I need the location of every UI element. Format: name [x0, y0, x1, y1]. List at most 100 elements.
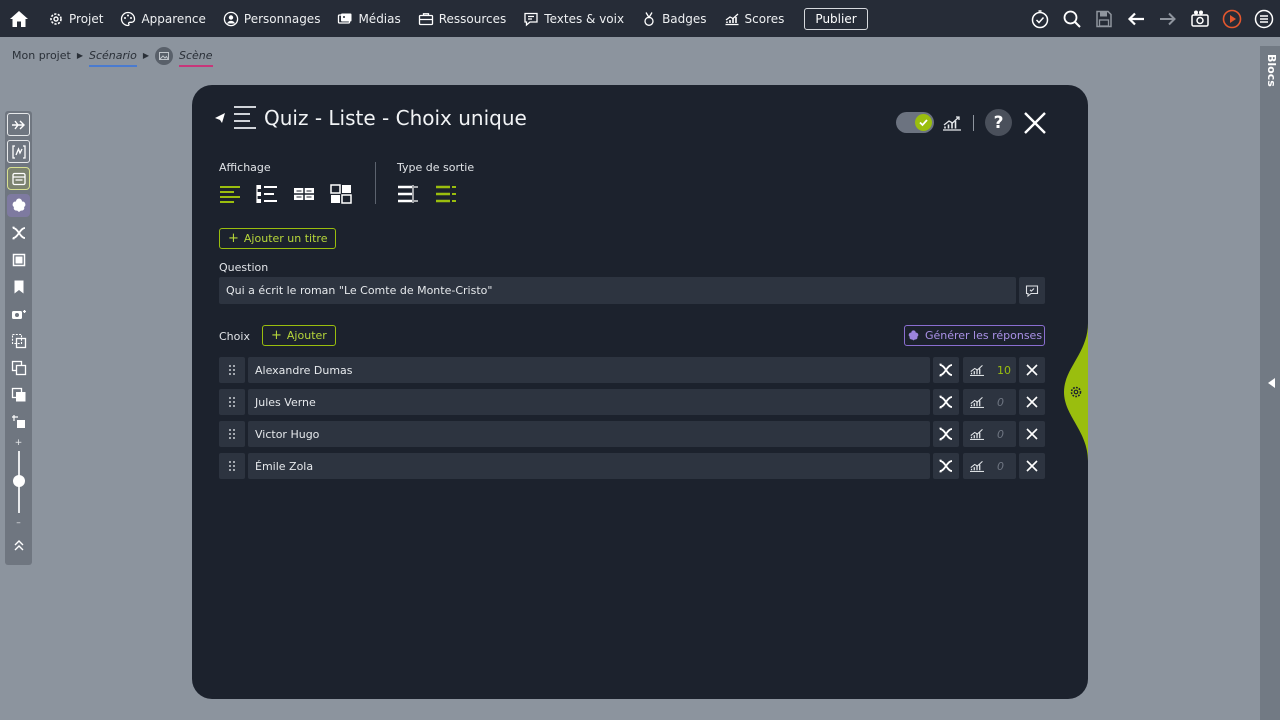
shuffle-icon — [939, 427, 953, 441]
scene-thumbnail-icon — [154, 46, 173, 65]
nav-textes-voix[interactable]: Textes & voix — [523, 11, 624, 27]
media-icon — [338, 13, 352, 24]
add-choice-button[interactable]: + Ajouter — [262, 325, 336, 346]
drag-handle[interactable] — [219, 421, 245, 447]
drag-dots-icon — [229, 397, 235, 407]
settings-side-tab[interactable] — [1064, 323, 1088, 461]
help-button[interactable]: ? — [985, 109, 1012, 136]
output-multi-icon[interactable] — [435, 184, 457, 204]
choice-score[interactable]: 0 — [963, 389, 1016, 415]
layout-columns-icon[interactable] — [330, 184, 352, 204]
output-single-icon[interactable] — [397, 184, 419, 204]
choice-random-button[interactable] — [933, 389, 959, 415]
tool-random-button[interactable] — [7, 221, 30, 244]
zoom-plus-icon[interactable]: + — [15, 437, 23, 449]
nav-scores[interactable]: Scores — [724, 11, 784, 27]
drag-handle[interactable] — [219, 453, 245, 479]
nav-label: Badges — [662, 11, 707, 26]
delete-choice-button[interactable] — [1019, 453, 1045, 479]
tool-layer-button[interactable] — [7, 383, 30, 406]
question-label: Question — [219, 261, 269, 274]
play-icon[interactable] — [1222, 9, 1242, 29]
search-icon[interactable] — [1062, 9, 1082, 29]
zoom-minus-icon[interactable]: – — [16, 517, 21, 529]
nav-badges[interactable]: Badges — [641, 11, 707, 27]
tool-duplicate-button[interactable] — [7, 356, 30, 379]
flow-arrow-icon — [11, 120, 25, 129]
question-input[interactable]: Qui a écrit le roman "Le Comte de Monte-… — [219, 277, 1016, 304]
check-timer-icon[interactable] — [1030, 9, 1050, 29]
breadcrumb-scenario[interactable]: Scénario — [88, 49, 137, 67]
choice-score[interactable]: 0 — [963, 453, 1016, 479]
zoom-slider[interactable] — [12, 451, 25, 513]
nav-medias[interactable]: Médias — [337, 11, 401, 27]
choice-text-input[interactable]: Victor Hugo — [248, 421, 930, 447]
add-title-button[interactable]: + Ajouter un titre — [219, 228, 337, 249]
choice-text-input[interactable]: Alexandre Dumas — [248, 357, 930, 383]
layout-list-icon[interactable] — [219, 184, 241, 204]
close-icon — [1026, 428, 1038, 440]
tool-select-button[interactable] — [7, 329, 30, 352]
expand-panel-icon[interactable] — [1268, 378, 1275, 388]
chat-icon — [524, 12, 538, 26]
choice-random-button[interactable] — [933, 357, 959, 383]
display-section-label: Affichage — [219, 161, 271, 174]
enable-toggle[interactable] — [896, 112, 934, 133]
score-chart-icon[interactable] — [942, 114, 962, 132]
drag-dots-icon — [229, 365, 235, 375]
output-type-options — [397, 184, 457, 204]
undo-arrow-icon[interactable] — [1126, 9, 1146, 29]
tool-variable-button[interactable] — [7, 140, 30, 163]
tool-bookmark-button[interactable] — [7, 275, 30, 298]
nav-personnages[interactable]: Personnages — [223, 11, 321, 27]
tool-flow-button[interactable] — [7, 113, 30, 136]
breadcrumb-project[interactable]: Mon projet — [12, 49, 71, 62]
redo-arrow-icon[interactable] — [1158, 9, 1178, 29]
left-toolbar: + – — [5, 111, 32, 565]
choice-score[interactable]: 10 — [963, 357, 1016, 383]
frame-icon — [12, 253, 25, 266]
breadcrumb-scene[interactable]: Scène — [178, 49, 213, 67]
brain-icon — [908, 329, 919, 340]
generate-answers-button[interactable]: Générer les réponses — [904, 325, 1045, 346]
nav-ressources[interactable]: Ressources — [418, 11, 506, 27]
palette-icon — [121, 11, 136, 26]
layout-bullet-list-icon[interactable] — [256, 184, 278, 204]
tool-message-button[interactable] — [7, 167, 30, 190]
delete-choice-button[interactable] — [1019, 389, 1045, 415]
choice-random-button[interactable] — [933, 453, 959, 479]
choice-text-input[interactable]: Émile Zola — [248, 453, 930, 479]
close-icon[interactable] — [1022, 110, 1048, 136]
tool-ai-button[interactable] — [7, 194, 30, 217]
choice-text-input[interactable]: Jules Verne — [248, 389, 930, 415]
home-button[interactable] — [0, 0, 37, 37]
drag-handle[interactable] — [219, 389, 245, 415]
output-type-label: Type de sortie — [397, 161, 475, 174]
shuffle-icon — [939, 363, 953, 377]
blocks-panel-label[interactable]: Blocs — [1265, 54, 1278, 87]
top-right-actions — [1030, 0, 1274, 37]
gear-icon — [50, 12, 62, 25]
header-divider — [973, 115, 974, 131]
nav-apparence[interactable]: Apparence — [120, 11, 206, 27]
choice-random-button[interactable] — [933, 421, 959, 447]
save-icon[interactable] — [1094, 9, 1114, 29]
layout-grid-icon[interactable] — [293, 184, 315, 204]
publish-button[interactable]: Publier — [804, 7, 868, 30]
question-feedback-button[interactable] — [1019, 277, 1045, 304]
double-chevron-up-icon — [14, 539, 23, 550]
delete-choice-button[interactable] — [1019, 357, 1045, 383]
drag-handle[interactable] — [219, 357, 245, 383]
nav-label: Personnages — [243, 11, 321, 26]
zoom-slider-knob[interactable] — [12, 475, 25, 487]
tool-media-button[interactable] — [7, 302, 30, 325]
collapse-toolbar-button[interactable] — [7, 533, 30, 556]
tool-frame-button[interactable] — [7, 248, 30, 271]
camera-icon[interactable] — [1190, 9, 1210, 29]
score-chart-icon — [970, 460, 984, 472]
delete-choice-button[interactable] — [1019, 421, 1045, 447]
nav-projet[interactable]: Projet — [48, 11, 103, 27]
tool-align-button[interactable] — [7, 410, 30, 433]
menu-icon[interactable] — [1254, 9, 1274, 29]
choice-score[interactable]: 0 — [963, 421, 1016, 447]
